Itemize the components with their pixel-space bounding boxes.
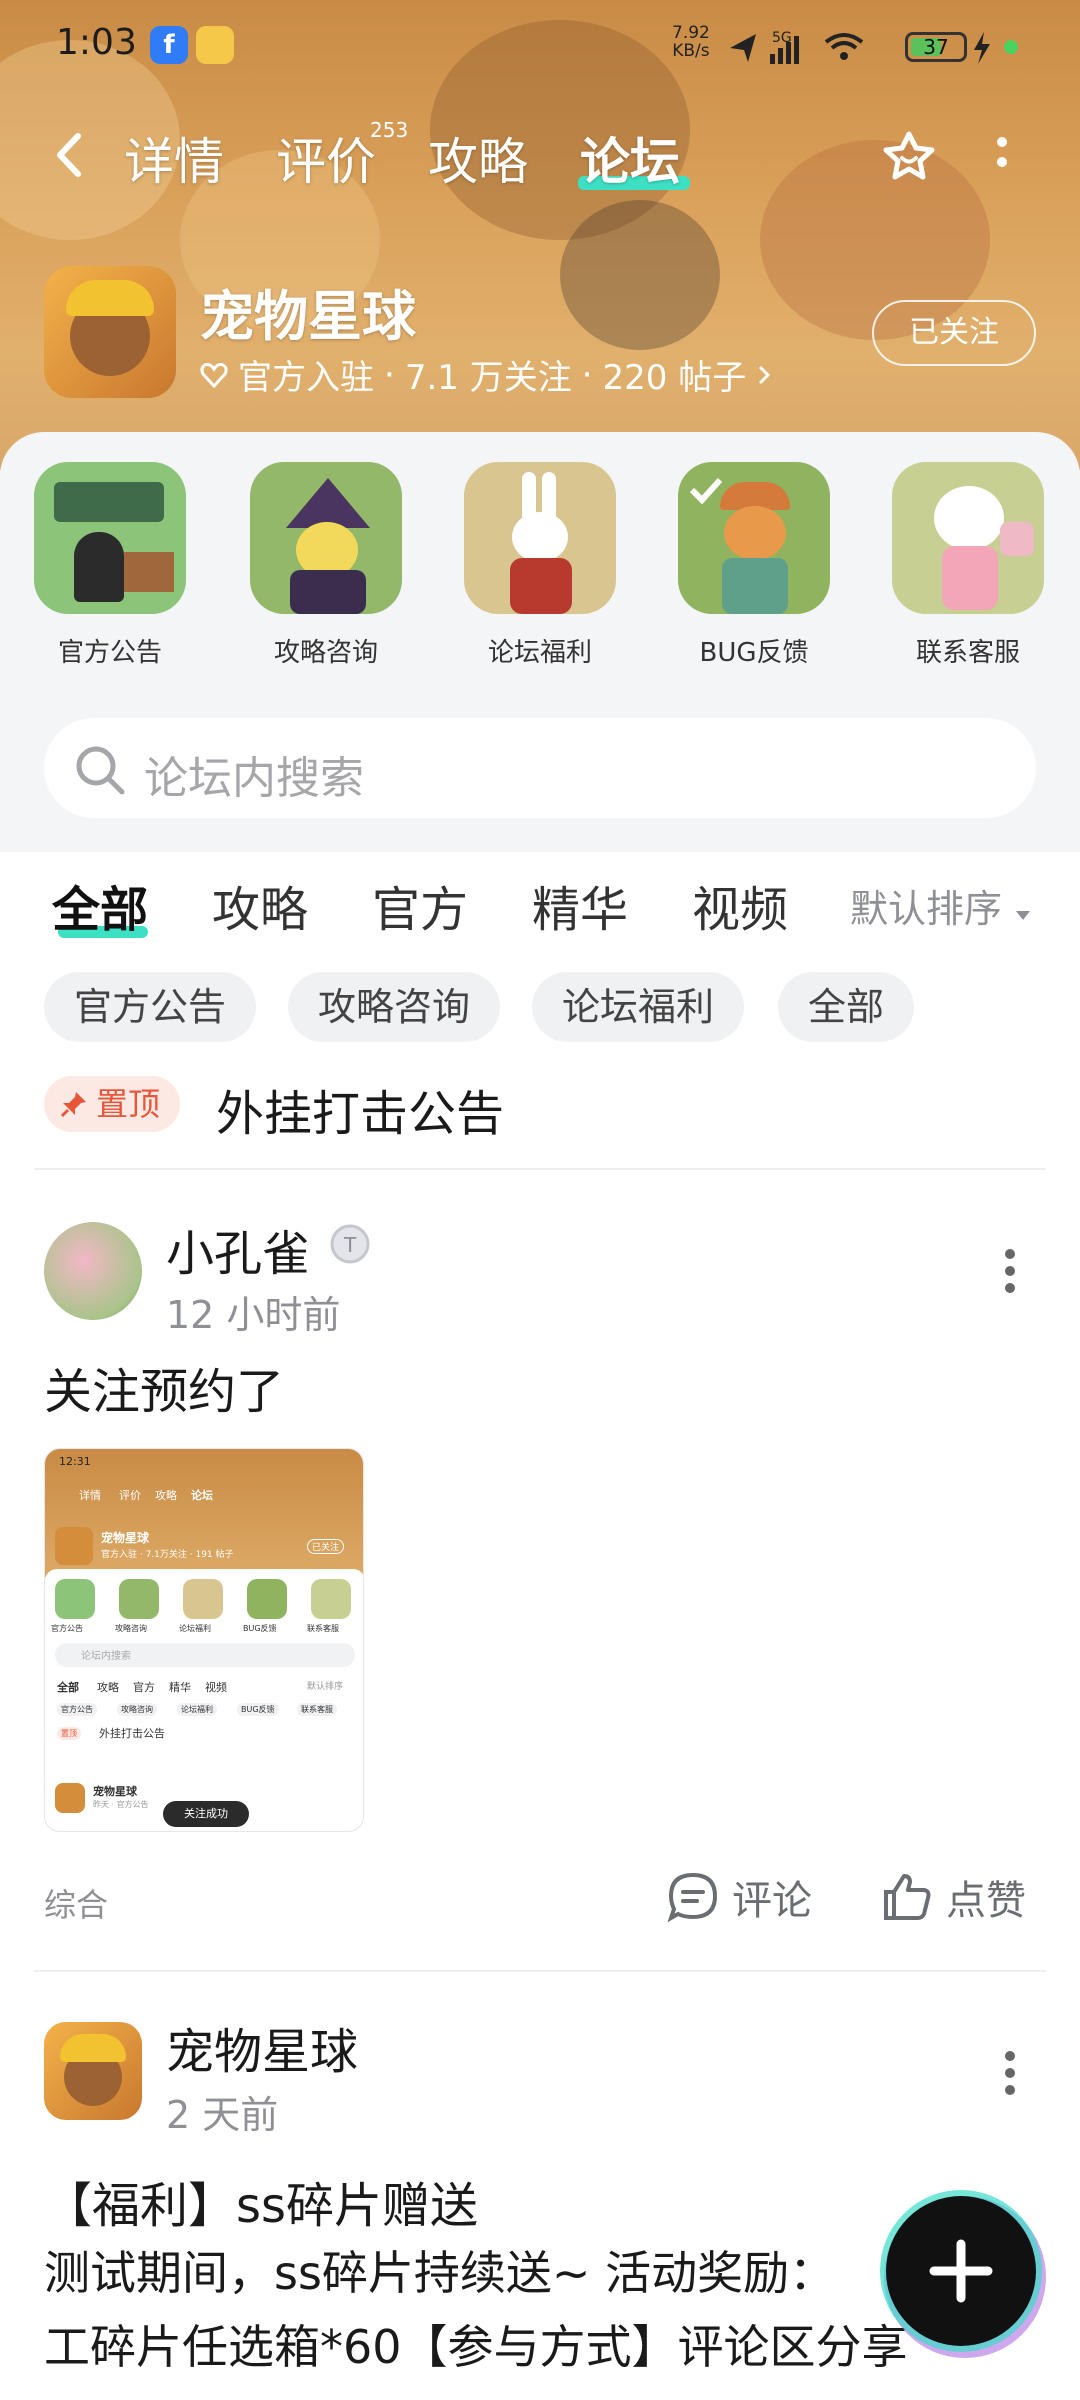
post-content: 关注预约了 [44,1364,285,1420]
tab-reviews[interactable]: 评价 [276,122,376,194]
sort-dropdown[interactable]: 默认排序 [850,878,1032,933]
chip-all[interactable]: 全部 [778,972,915,1042]
chevron-right-icon [759,365,771,384]
followers-count: 7.1 万关注 [404,358,572,398]
back-arrow-icon[interactable] [50,130,90,180]
tab-details[interactable]: 详情 [124,122,224,194]
chip-official-notice[interactable]: 官方公告 [44,972,257,1042]
filter-tab-official[interactable]: 官方 [372,870,468,940]
like-button[interactable]: 点赞 [880,1868,1026,1926]
plus-icon [929,2239,993,2303]
app-icon[interactable] [44,266,176,398]
filter-tab-video[interactable]: 视频 [692,870,788,940]
category-forum-benefits[interactable]: 论坛福利 [460,462,620,669]
caret-down-icon [1016,911,1031,920]
filter-tab-all[interactable]: 全部 [52,870,148,940]
reviews-count-badge: 253 [370,118,409,142]
category-official-notice[interactable]: 官方公告 [30,462,190,669]
category-bug-report[interactable]: BUG反馈 [674,462,834,669]
notification-app-icon: f [150,26,188,64]
pinned-title: 外挂打击公告 [216,1086,505,1142]
category-thumb-icon [250,462,402,614]
user-level-badge-icon: T [330,1224,370,1264]
category-thumb-icon [678,462,830,614]
forum-sheet: 官方公告 攻略咨询 论坛福利 BUG反馈 联系客服 论坛内搜索 [0,432,1080,852]
post-more-icon[interactable] [1004,2050,1016,2096]
sub-category-chips: 官方公告 攻略咨询 论坛福利 全部 [0,972,1080,1044]
pinned-post[interactable]: 置顶 外挂打击公告 [44,1076,1044,1142]
post-title[interactable]: 【福利】ss碎片赠送 [44,2166,478,2236]
tab-guides[interactable]: 攻略 [428,122,528,194]
notification-app-icon-2 [196,26,234,64]
app-name: 宠物星球 [200,285,416,348]
more-options-icon[interactable] [990,132,1014,182]
favorite-star-icon[interactable] [880,128,938,186]
chip-guide-consult[interactable]: 攻略咨询 [288,972,501,1042]
post-time: 2 天前 [166,2093,279,2137]
category-thumb-icon [892,462,1044,614]
post-author[interactable]: 小孔雀 [166,1214,310,1284]
filter-tab-featured[interactable]: 精华 [532,870,628,940]
comment-button[interactable]: 评论 [666,1868,812,1926]
category-guide-consult[interactable]: 攻略咨询 [246,462,406,669]
post-time: 12 小时前 [166,1293,341,1337]
forum-search-input[interactable]: 论坛内搜索 [44,718,1036,818]
post-category-tag[interactable]: 综合 [44,1880,108,1926]
comment-icon [667,1872,718,1923]
divider [34,1970,1046,1972]
net-speed: 7.92 KB/s [672,23,710,61]
post-more-icon[interactable] [1004,1248,1016,1294]
user-avatar[interactable] [44,2022,142,2120]
user-avatar[interactable] [44,1222,142,1320]
official-label: 官方入驻 [238,358,374,398]
status-time: 1:03 [56,22,137,63]
pin-icon [60,1092,86,1118]
search-icon [76,746,125,795]
svg-text:T: T [343,1233,357,1257]
filter-tab-guides[interactable]: 攻略 [212,870,308,940]
divider [34,1168,1046,1170]
thumbs-up-icon [884,1874,931,1920]
tab-forum[interactable]: 论坛 [580,122,680,194]
status-bar: 1:03 f 7.92 KB/s 5G 37 [0,0,1080,90]
app-meta: 官方入驻 · 7.1 万关注 · 220 帖子 [200,350,772,399]
top-nav: 详情 评价 253 攻略 论坛 [0,110,1080,200]
posts-count[interactable]: 220 帖子 [603,350,747,399]
verified-heart-icon [200,362,228,388]
follow-button[interactable]: 已关注 [872,300,1036,366]
pinned-badge: 置顶 [44,1076,180,1132]
post-author[interactable]: 宠物星球 [166,2012,358,2082]
battery-icon: 37 [905,32,967,62]
category-thumb-icon [34,462,186,614]
post-filter-tabs: 全部 攻略 官方 精华 视频 默认排序 [0,870,1080,940]
search-placeholder: 论坛内搜索 [144,753,364,804]
chip-forum-benefits[interactable]: 论坛福利 [532,972,745,1042]
signal-wifi-icons: 5G [730,30,990,64]
create-post-button[interactable] [886,2196,1036,2346]
category-row: 官方公告 攻略咨询 论坛福利 BUG反馈 联系客服 [0,462,1080,692]
category-thumb-icon [464,462,616,614]
category-contact-support[interactable]: 联系客服 [888,462,1048,669]
post-image[interactable]: 12:31 详情 评价 攻略 论坛 宠物星球 官方入驻 · 7.1万关注 · 1… [44,1448,364,1832]
charging-dot [1004,40,1018,54]
